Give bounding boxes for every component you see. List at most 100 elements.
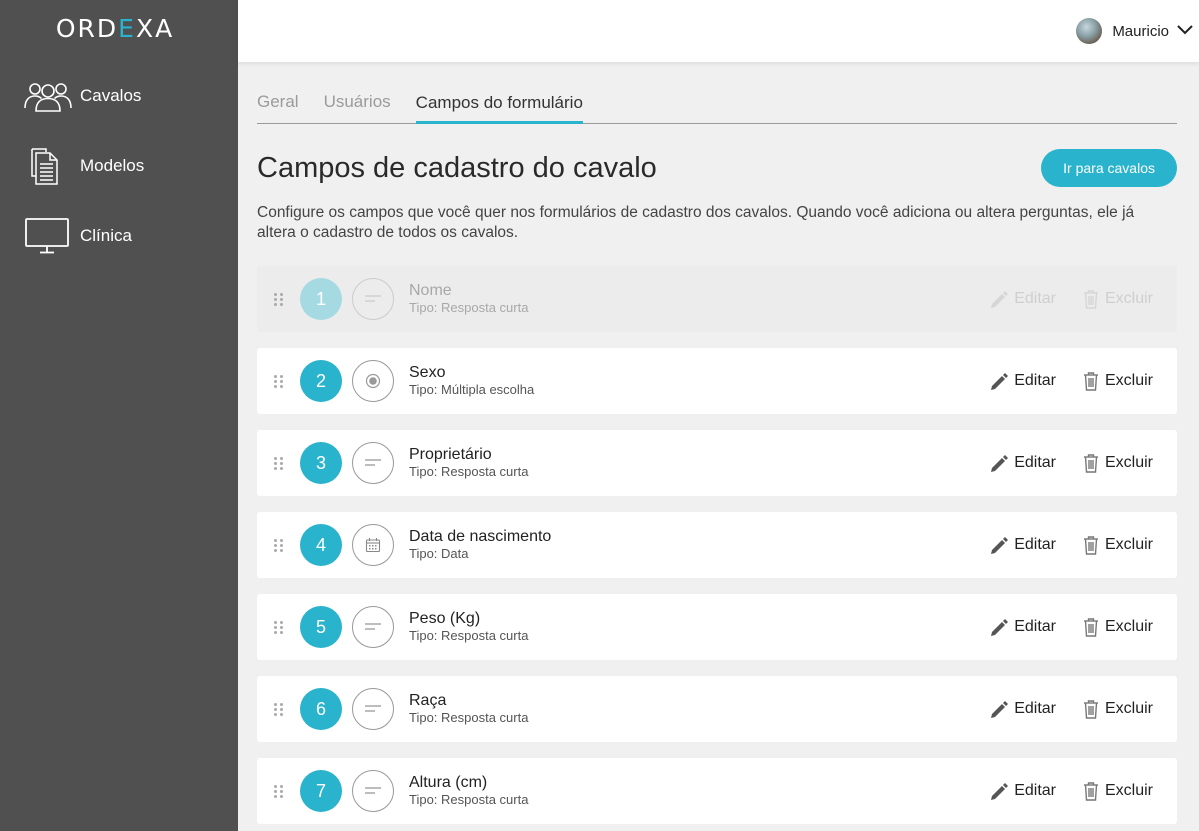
field-type: Tipo: Resposta curta: [409, 710, 529, 725]
pencil-icon: [991, 537, 1009, 554]
trash-icon: [1083, 536, 1098, 555]
field-type: Tipo: Resposta curta: [409, 464, 529, 479]
delete-button[interactable]: Excluir: [1082, 781, 1153, 801]
drag-handle-icon[interactable]: [274, 456, 292, 470]
delete-label: Excluir: [1104, 372, 1153, 389]
pencil-icon: [991, 455, 1009, 472]
delete-button[interactable]: Excluir: [1082, 535, 1153, 555]
short-text-icon: [352, 688, 394, 730]
tab-campos-do-formulario[interactable]: Campos do formulário: [415, 93, 583, 124]
delete-label: Excluir: [1104, 454, 1153, 471]
field-card-7: 7 Altura (cm) Tipo: Resposta curta Edita…: [257, 758, 1177, 824]
documents-icon: [24, 146, 72, 186]
field-type: Tipo: Múltipla escolha: [409, 382, 535, 397]
sidebar-item-label: Clínica: [80, 226, 132, 245]
field-name: Data de nascimento: [409, 528, 552, 545]
field-card-2: 2 Sexo Tipo: Múltipla escolha Editar Exc…: [257, 348, 1177, 414]
page-title: Campos de cadastro do cavalo: [257, 151, 657, 184]
field-name: Nome: [409, 282, 452, 299]
field-number: 7: [300, 770, 342, 812]
sidebar-item-label: Cavalos: [80, 86, 142, 105]
go-to-horses-button[interactable]: Ir para cavalos: [1041, 149, 1177, 187]
drag-handle-icon[interactable]: [274, 292, 292, 306]
logo-text-part2: XA: [135, 13, 175, 43]
short-text-icon: [352, 606, 394, 648]
users-icon: [24, 76, 72, 116]
field-card-3: 3 Proprietário Tipo: Resposta curta Edit…: [257, 430, 1177, 496]
delete-label: Excluir: [1104, 618, 1153, 635]
drag-handle-icon[interactable]: [274, 620, 292, 634]
sidebar-item-modelos[interactable]: Modelos: [0, 131, 238, 201]
monitor-icon: [24, 216, 72, 256]
drag-handle-icon[interactable]: [274, 784, 292, 798]
edit-button[interactable]: Editar: [989, 289, 1056, 309]
drag-handle-icon[interactable]: [274, 374, 292, 388]
chevron-down-icon: [1177, 22, 1193, 40]
trash-icon: [1083, 290, 1098, 309]
edit-button[interactable]: Editar: [989, 699, 1056, 719]
user-name: Mauricio: [1112, 22, 1169, 40]
field-type: Tipo: Data: [409, 546, 469, 561]
trash-icon: [1083, 372, 1098, 391]
field-name: Altura (cm): [409, 774, 488, 791]
short-text-icon: [352, 770, 394, 812]
edit-label: Editar: [1014, 454, 1056, 471]
logo-text-accent: E: [118, 13, 136, 43]
delete-label: Excluir: [1104, 700, 1153, 717]
edit-button[interactable]: Editar: [989, 453, 1056, 473]
delete-button[interactable]: Excluir: [1082, 289, 1153, 309]
tab-usuarios[interactable]: Usuários: [324, 92, 391, 123]
field-card-1: 1 Nome Tipo: Resposta curta Editar Exclu…: [257, 266, 1177, 332]
tabs: Geral Usuários Campos do formulário: [257, 62, 1177, 124]
delete-button[interactable]: Excluir: [1082, 617, 1153, 637]
sidebar-item-clinica[interactable]: Clínica: [0, 201, 238, 271]
user-menu[interactable]: Mauricio: [1076, 18, 1193, 44]
field-card-5: 5 Peso (Kg) Tipo: Resposta curta Editar …: [257, 594, 1177, 660]
trash-icon: [1083, 782, 1098, 801]
edit-label: Editar: [1014, 618, 1056, 635]
field-name: Proprietário: [409, 446, 492, 463]
pencil-icon: [991, 291, 1009, 308]
field-card-4: 4 Data de nascimento Tipo: Data Editar E…: [257, 512, 1177, 578]
delete-button[interactable]: Excluir: [1082, 371, 1153, 391]
field-number: 4: [300, 524, 342, 566]
edit-label: Editar: [1014, 536, 1056, 553]
delete-label: Excluir: [1104, 536, 1153, 553]
page-description: Configure os campos que você quer nos fo…: [257, 204, 1135, 241]
tab-geral[interactable]: Geral: [257, 92, 299, 123]
avatar: [1076, 18, 1103, 44]
pencil-icon: [991, 701, 1009, 718]
delete-button[interactable]: Excluir: [1082, 699, 1153, 719]
field-number: 5: [300, 606, 342, 648]
field-type: Tipo: Resposta curta: [409, 792, 529, 807]
edit-button[interactable]: Editar: [989, 371, 1056, 391]
trash-icon: [1083, 700, 1098, 719]
main-content: Geral Usuários Campos do formulário Camp…: [238, 62, 1199, 831]
field-card-6: 6 Raça Tipo: Resposta curta Editar Exclu…: [257, 676, 1177, 742]
drag-handle-icon[interactable]: [274, 702, 292, 716]
field-type: Tipo: Resposta curta: [409, 628, 529, 643]
sidebar-item-cavalos[interactable]: Cavalos: [0, 61, 238, 131]
radio-icon: [352, 360, 394, 402]
pencil-icon: [991, 373, 1009, 390]
trash-icon: [1083, 454, 1098, 473]
drag-handle-icon[interactable]: [274, 538, 292, 552]
field-number: 2: [300, 360, 342, 402]
logo[interactable]: ORD E XA: [0, 0, 238, 56]
edit-button[interactable]: Editar: [989, 617, 1056, 637]
trash-icon: [1083, 618, 1098, 637]
field-name: Sexo: [409, 364, 446, 381]
field-name: Peso (Kg): [409, 610, 481, 627]
field-name: Raça: [409, 692, 447, 709]
calendar-icon: [352, 524, 394, 566]
edit-label: Editar: [1014, 700, 1056, 717]
field-number: 6: [300, 688, 342, 730]
top-bar: Mauricio: [238, 0, 1199, 62]
edit-button[interactable]: Editar: [989, 535, 1056, 555]
logo-text-part1: ORD: [55, 13, 119, 43]
delete-button[interactable]: Excluir: [1082, 453, 1153, 473]
pencil-icon: [991, 783, 1009, 800]
edit-label: Editar: [1014, 782, 1056, 799]
short-text-icon: [352, 442, 394, 484]
edit-button[interactable]: Editar: [989, 781, 1056, 801]
